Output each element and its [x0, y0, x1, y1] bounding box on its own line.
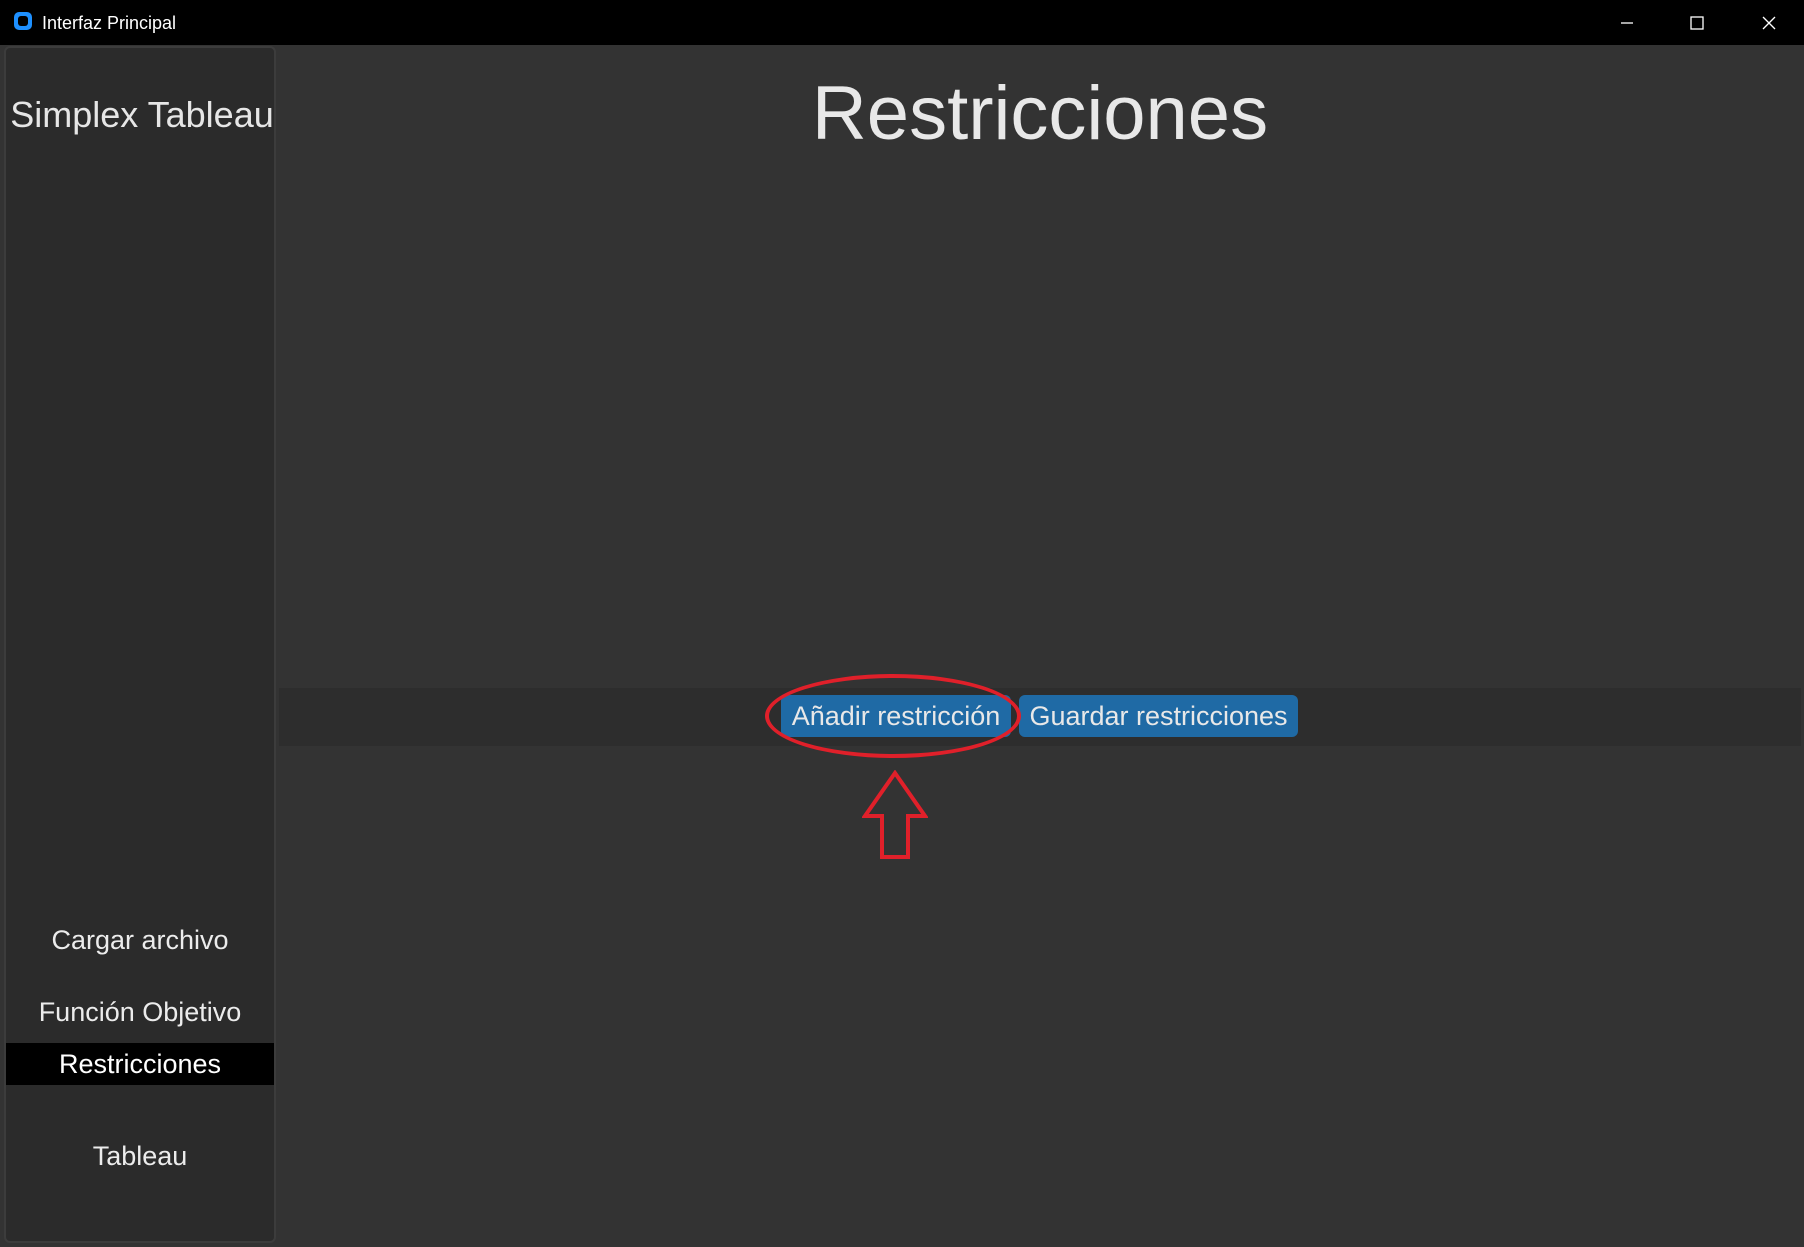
sidebar-item-funcion-objetivo[interactable]: Función Objetivo — [6, 991, 274, 1033]
sidebar-item-tableau[interactable]: Tableau — [6, 1135, 274, 1177]
close-button[interactable] — [1734, 0, 1804, 45]
app-window: Interfaz Principal Simplex Tableau Carga… — [0, 0, 1804, 1247]
sidebar-item-restricciones[interactable]: Restricciones — [6, 1043, 274, 1085]
annotation-up-arrow-icon — [862, 770, 928, 859]
sidebar-item-cargar-archivo[interactable]: Cargar archivo — [6, 919, 274, 961]
title-bar[interactable]: Interfaz Principal — [0, 0, 1804, 45]
sidebar-title: Simplex Tableau — [10, 94, 274, 135]
close-icon — [1762, 16, 1776, 29]
maximize-button[interactable] — [1662, 0, 1732, 45]
app-icon — [14, 12, 32, 30]
minimize-button[interactable] — [1592, 0, 1662, 45]
window-title: Interfaz Principal — [42, 13, 177, 33]
maximize-icon — [1690, 15, 1704, 30]
minimize-icon — [1621, 21, 1633, 24]
sidebar: Simplex Tableau Cargar archivo Función O… — [4, 46, 276, 1243]
save-restrictions-button[interactable]: Guardar restricciones — [1019, 695, 1298, 737]
page-title: Restricciones — [811, 71, 1269, 156]
annotation-ellipse — [765, 674, 1021, 758]
